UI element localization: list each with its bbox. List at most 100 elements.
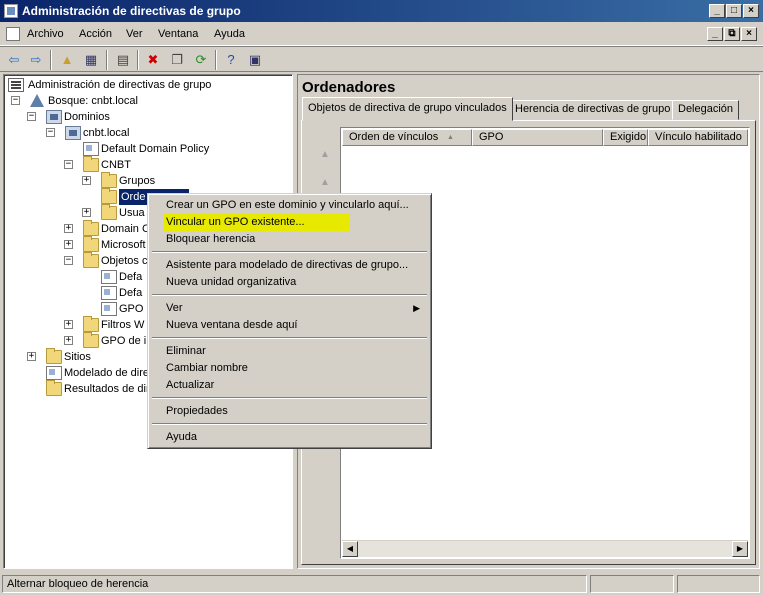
close-button[interactable]: × [743, 4, 759, 18]
toolbar: ⇦ ⇨ ▲ ▦ ▤ ✖ ❐ ⟳ ? ▣ [0, 46, 763, 72]
menu-item-label: Ver [166, 302, 183, 314]
menu-item-actualizar[interactable]: Actualizar [151, 377, 428, 394]
maximize-button[interactable]: □ [726, 4, 742, 18]
collapse-icon[interactable]: − [64, 160, 73, 169]
column-header-orden[interactable]: Orden de vínculos ▲ [342, 129, 472, 146]
tree-label: Filtros W [101, 319, 145, 331]
toolbar-separator [137, 50, 139, 70]
scroll-left-icon[interactable]: ◀ [342, 541, 358, 557]
collapse-icon[interactable]: − [46, 128, 55, 137]
collapse-icon[interactable]: − [27, 112, 36, 121]
menu-accion[interactable]: Acción [79, 28, 112, 40]
title-bar[interactable]: Administración de directivas de grupo _ … [0, 0, 763, 22]
toolbar-separator [106, 50, 108, 70]
minimize-button[interactable]: _ [709, 4, 725, 18]
expand-icon[interactable]: + [64, 240, 73, 249]
menu-item-asistente-modelado[interactable]: Asistente para modelado de directivas de… [151, 257, 428, 274]
menu-item-crear-gpo[interactable]: Crear un GPO en este dominio y vincularl… [151, 197, 428, 214]
expand-icon[interactable]: + [64, 320, 73, 329]
gpo-icon [101, 302, 117, 316]
gpo-icon [101, 286, 117, 300]
tree-label: Objetos c [101, 255, 148, 267]
expand-icon[interactable]: + [82, 176, 91, 185]
menu-archivo[interactable]: Archivo [27, 28, 64, 40]
sites-icon [46, 348, 62, 364]
status-panel-2 [590, 575, 674, 593]
starter-gpo-folder-icon [83, 332, 99, 348]
console-icon [8, 78, 24, 92]
forward-icon[interactable]: ⇨ [27, 51, 45, 69]
tab-delegacion[interactable]: Delegación [672, 100, 740, 120]
menu-item-vincular-gpo[interactable]: Vincular un GPO existente... [164, 214, 350, 231]
expand-icon[interactable]: + [27, 352, 36, 361]
domain-icon [65, 126, 81, 140]
collapse-icon[interactable]: − [11, 96, 20, 105]
copy-icon[interactable]: ❐ [168, 51, 186, 69]
up-folder-icon[interactable]: ▲ [58, 51, 76, 69]
column-header-vinculo[interactable]: Vínculo habilitado [648, 129, 748, 146]
column-label: Orden de vínculos [349, 131, 439, 143]
pane-heading: Ordenadores [302, 79, 396, 96]
tree-label: Grupos [119, 175, 156, 187]
menu-item-propiedades[interactable]: Propiedades [151, 403, 428, 420]
tree-label: Resultados de dir [64, 383, 150, 395]
menu-separator [152, 294, 427, 296]
menu-item-eliminar[interactable]: Eliminar [151, 343, 428, 360]
ou-folder-icon [83, 220, 99, 236]
show-hide-tree-icon[interactable]: ▦ [82, 51, 100, 69]
child-minimize-button[interactable]: _ [707, 27, 723, 41]
sort-ascending-icon: ▲ [447, 134, 454, 141]
tree-label: cnbt.local [83, 127, 130, 139]
expand-icon[interactable]: + [64, 224, 73, 233]
menu-item-ver[interactable]: Ver ▶ [151, 300, 428, 317]
tree-label: Microsoft [101, 239, 146, 251]
delete-icon[interactable]: ✖ [144, 51, 162, 69]
column-header-gpo[interactable]: GPO [472, 129, 603, 146]
menu-separator [152, 251, 427, 253]
tree-label: Modelado de dire [64, 367, 150, 379]
tab-gpo-vinculados[interactable]: Objetos de directiva de grupo vinculados [302, 97, 513, 121]
move-top-icon[interactable]: ▲ [318, 177, 332, 189]
menu-separator [152, 337, 427, 339]
tree-label: Dominios [64, 111, 110, 123]
ou-folder-icon [83, 156, 99, 172]
domains-icon [46, 110, 62, 124]
help-icon[interactable]: ? [222, 51, 240, 69]
tree-label: Defa [119, 287, 143, 299]
menu-item-nueva-ou[interactable]: Nueva unidad organizativa [151, 274, 428, 291]
menu-item-nueva-ventana[interactable]: Nueva ventana desde aquí [151, 317, 428, 334]
menu-item-cambiar-nombre[interactable]: Cambiar nombre [151, 360, 428, 377]
move-up-icon[interactable]: ▲ [318, 149, 332, 161]
collapse-icon[interactable]: − [64, 256, 73, 265]
child-close-button[interactable]: × [741, 27, 757, 41]
menu-item-ayuda[interactable]: Ayuda [151, 429, 428, 446]
tree-label: Bosque: cnbt.local [48, 95, 138, 107]
scroll-right-icon[interactable]: ▶ [732, 541, 748, 557]
status-panel-3 [677, 575, 760, 593]
mmc-icon[interactable]: ▣ [246, 51, 264, 69]
context-menu: Crear un GPO en este dominio y vincularl… [147, 193, 432, 449]
expand-icon[interactable]: + [82, 208, 91, 217]
menu-ventana[interactable]: Ventana [158, 28, 198, 40]
menu-ver[interactable]: Ver [126, 28, 143, 40]
child-restore-button[interactable]: ⧉ [724, 27, 740, 41]
expand-icon[interactable]: + [64, 336, 73, 345]
tree-label: Usua [119, 207, 145, 219]
results-icon [46, 380, 62, 396]
column-header-exigido[interactable]: Exigido [603, 129, 648, 146]
menu-separator [152, 423, 427, 425]
back-icon[interactable]: ⇦ [5, 51, 23, 69]
properties-icon[interactable]: ▤ [114, 51, 132, 69]
window-title: Administración de directivas de grupo [22, 4, 241, 18]
refresh-icon[interactable]: ⟳ [192, 51, 210, 69]
tab-herencia[interactable]: Herencia de directivas de grupo [509, 100, 677, 120]
toolbar-separator [215, 50, 217, 70]
horizontal-scrollbar[interactable]: ◀ ▶ [342, 540, 748, 557]
menu-ayuda[interactable]: Ayuda [214, 28, 245, 40]
app-icon [4, 4, 18, 18]
wmi-folder-icon [83, 316, 99, 332]
console-document-icon[interactable] [6, 27, 20, 41]
menu-item-bloquear-herencia[interactable]: Bloquear herencia [151, 231, 428, 248]
tree-label: Administración de directivas de grupo [28, 79, 212, 91]
menu-separator [152, 397, 427, 399]
